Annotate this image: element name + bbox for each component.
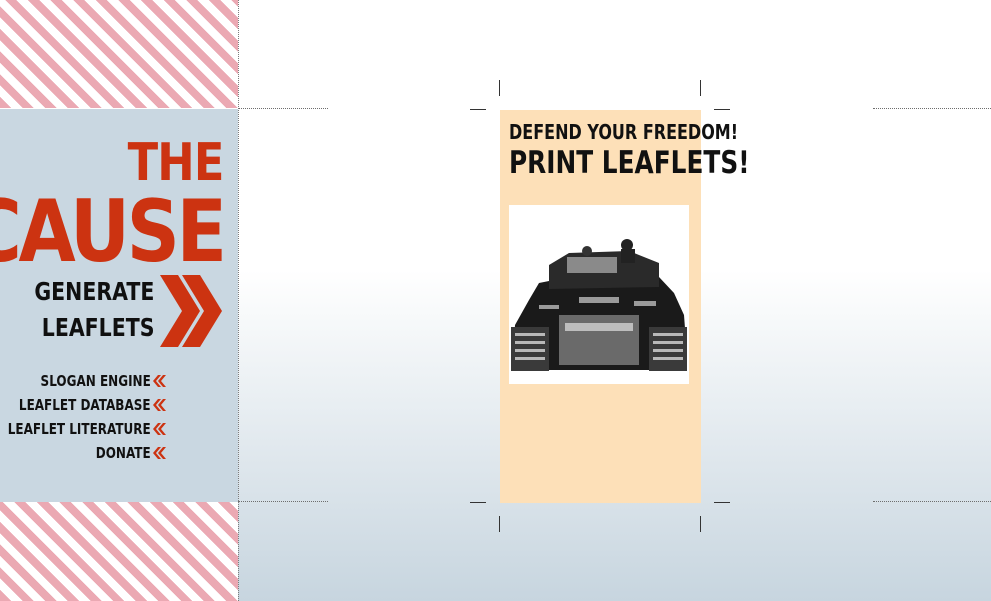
crop-mark: [714, 502, 730, 503]
guide-line: [238, 501, 328, 502]
crop-mark: [714, 109, 730, 110]
double-chevron-right-icon[interactable]: [158, 275, 224, 347]
sidebar: THE CAUSE GENERATE LEAFLETS SLOGAN ENGIN…: [0, 109, 238, 502]
nav-item-donate[interactable]: DONATE: [0, 441, 166, 465]
sidebar-divider: [238, 0, 239, 601]
decorative-stripes-top: [0, 0, 238, 108]
nav-label: DONATE: [96, 444, 151, 462]
guide-line: [873, 501, 991, 502]
nav-label: LEAFLET DATABASE: [19, 396, 151, 414]
guide-line: [873, 108, 991, 109]
generate-leaflets-link-line2[interactable]: LEAFLETS: [41, 315, 154, 340]
decorative-stripes-bottom: [0, 502, 238, 601]
crop-mark: [700, 516, 701, 532]
double-chevron-left-icon: [153, 375, 166, 387]
crop-mark: [470, 109, 486, 110]
crop-mark: [499, 516, 500, 532]
tank-image: [509, 205, 689, 384]
nav-item-slogan-engine[interactable]: SLOGAN ENGINE: [0, 369, 166, 393]
crop-mark: [470, 502, 486, 503]
nav-item-leaflet-database[interactable]: LEAFLET DATABASE: [0, 393, 166, 417]
leaflet-preview: DEFEND YOUR FREEDOM! PRINT LEAFLETS!: [500, 110, 750, 503]
crop-mark: [499, 80, 500, 96]
nav-item-leaflet-literature[interactable]: LEAFLET LITERATURE: [0, 417, 166, 441]
generate-leaflets-link[interactable]: GENERATE: [34, 279, 154, 304]
crop-mark: [700, 80, 701, 96]
double-chevron-left-icon: [153, 447, 166, 459]
logo-line-cause: CAUSE: [0, 182, 227, 282]
double-chevron-left-icon: [153, 399, 166, 411]
sidebar-nav: SLOGAN ENGINE LEAFLET DATABASE LEAFLET L…: [0, 369, 166, 465]
nav-label: LEAFLET LITERATURE: [8, 420, 151, 438]
double-chevron-left-icon: [153, 423, 166, 435]
leaflet-headline-large: PRINT LEAFLETS!: [509, 145, 750, 181]
guide-line: [238, 108, 328, 109]
leaflet-headline-small: DEFEND YOUR FREEDOM!: [509, 120, 739, 144]
nav-label: SLOGAN ENGINE: [40, 372, 151, 390]
